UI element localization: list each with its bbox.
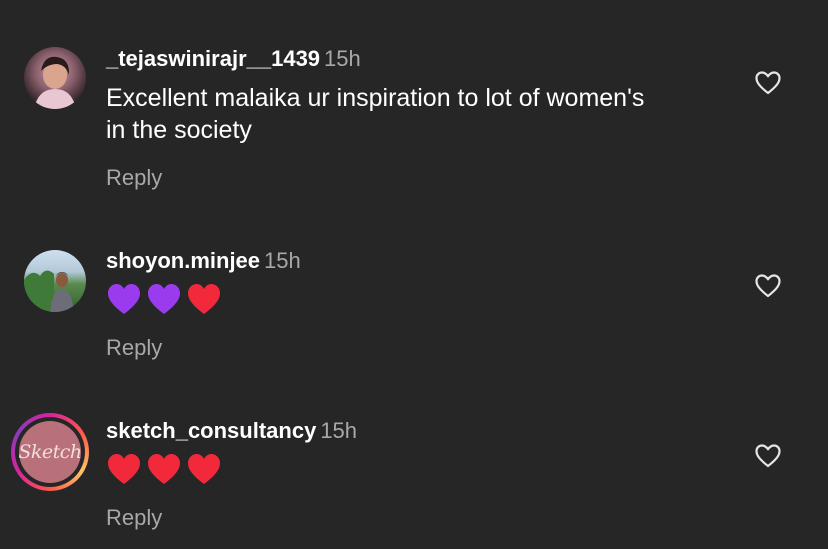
timestamp: 15h	[264, 248, 301, 273]
purple-heart-icon	[148, 284, 180, 314]
purple-heart-icon	[108, 284, 140, 314]
reply-button[interactable]: Reply	[106, 505, 162, 531]
timestamp: 15h	[320, 418, 358, 443]
user-photo-icon	[24, 250, 86, 312]
like-heart-icon[interactable]	[755, 71, 781, 95]
like-heart-icon[interactable]	[755, 274, 781, 298]
red-heart-icon	[148, 454, 180, 484]
avatar[interactable]	[24, 250, 86, 312]
like-heart-icon[interactable]	[755, 444, 781, 468]
user-photo-icon	[24, 47, 86, 109]
comment-header: shoyon.minjee 15h	[106, 248, 301, 274]
red-heart-icon	[108, 454, 140, 484]
username-link[interactable]: shoyon.minjee	[106, 248, 260, 273]
comment-header: _tejaswinirajr__1439 15h	[106, 46, 361, 72]
emoji-row	[106, 452, 230, 495]
brand-logo-icon: Sketch	[18, 421, 82, 483]
avatar[interactable]: Sketch	[11, 413, 89, 491]
logo-text: Sketch	[18, 441, 82, 463]
reply-button[interactable]: Reply	[106, 335, 162, 361]
username-link[interactable]: sketch_consultancy	[106, 418, 316, 443]
username-link[interactable]: _tejaswinirajr__1439	[106, 46, 320, 71]
comment-text: Excellent malaika ur inspiration to lot …	[106, 84, 645, 144]
timestamp: 15h	[324, 46, 361, 71]
red-heart-icon	[188, 284, 220, 314]
red-heart-icon	[188, 454, 220, 484]
emoji-row	[106, 282, 230, 325]
avatar[interactable]	[24, 47, 86, 109]
comment-header: sketch_consultancy 15h	[106, 418, 357, 444]
reply-button[interactable]: Reply	[106, 165, 162, 191]
